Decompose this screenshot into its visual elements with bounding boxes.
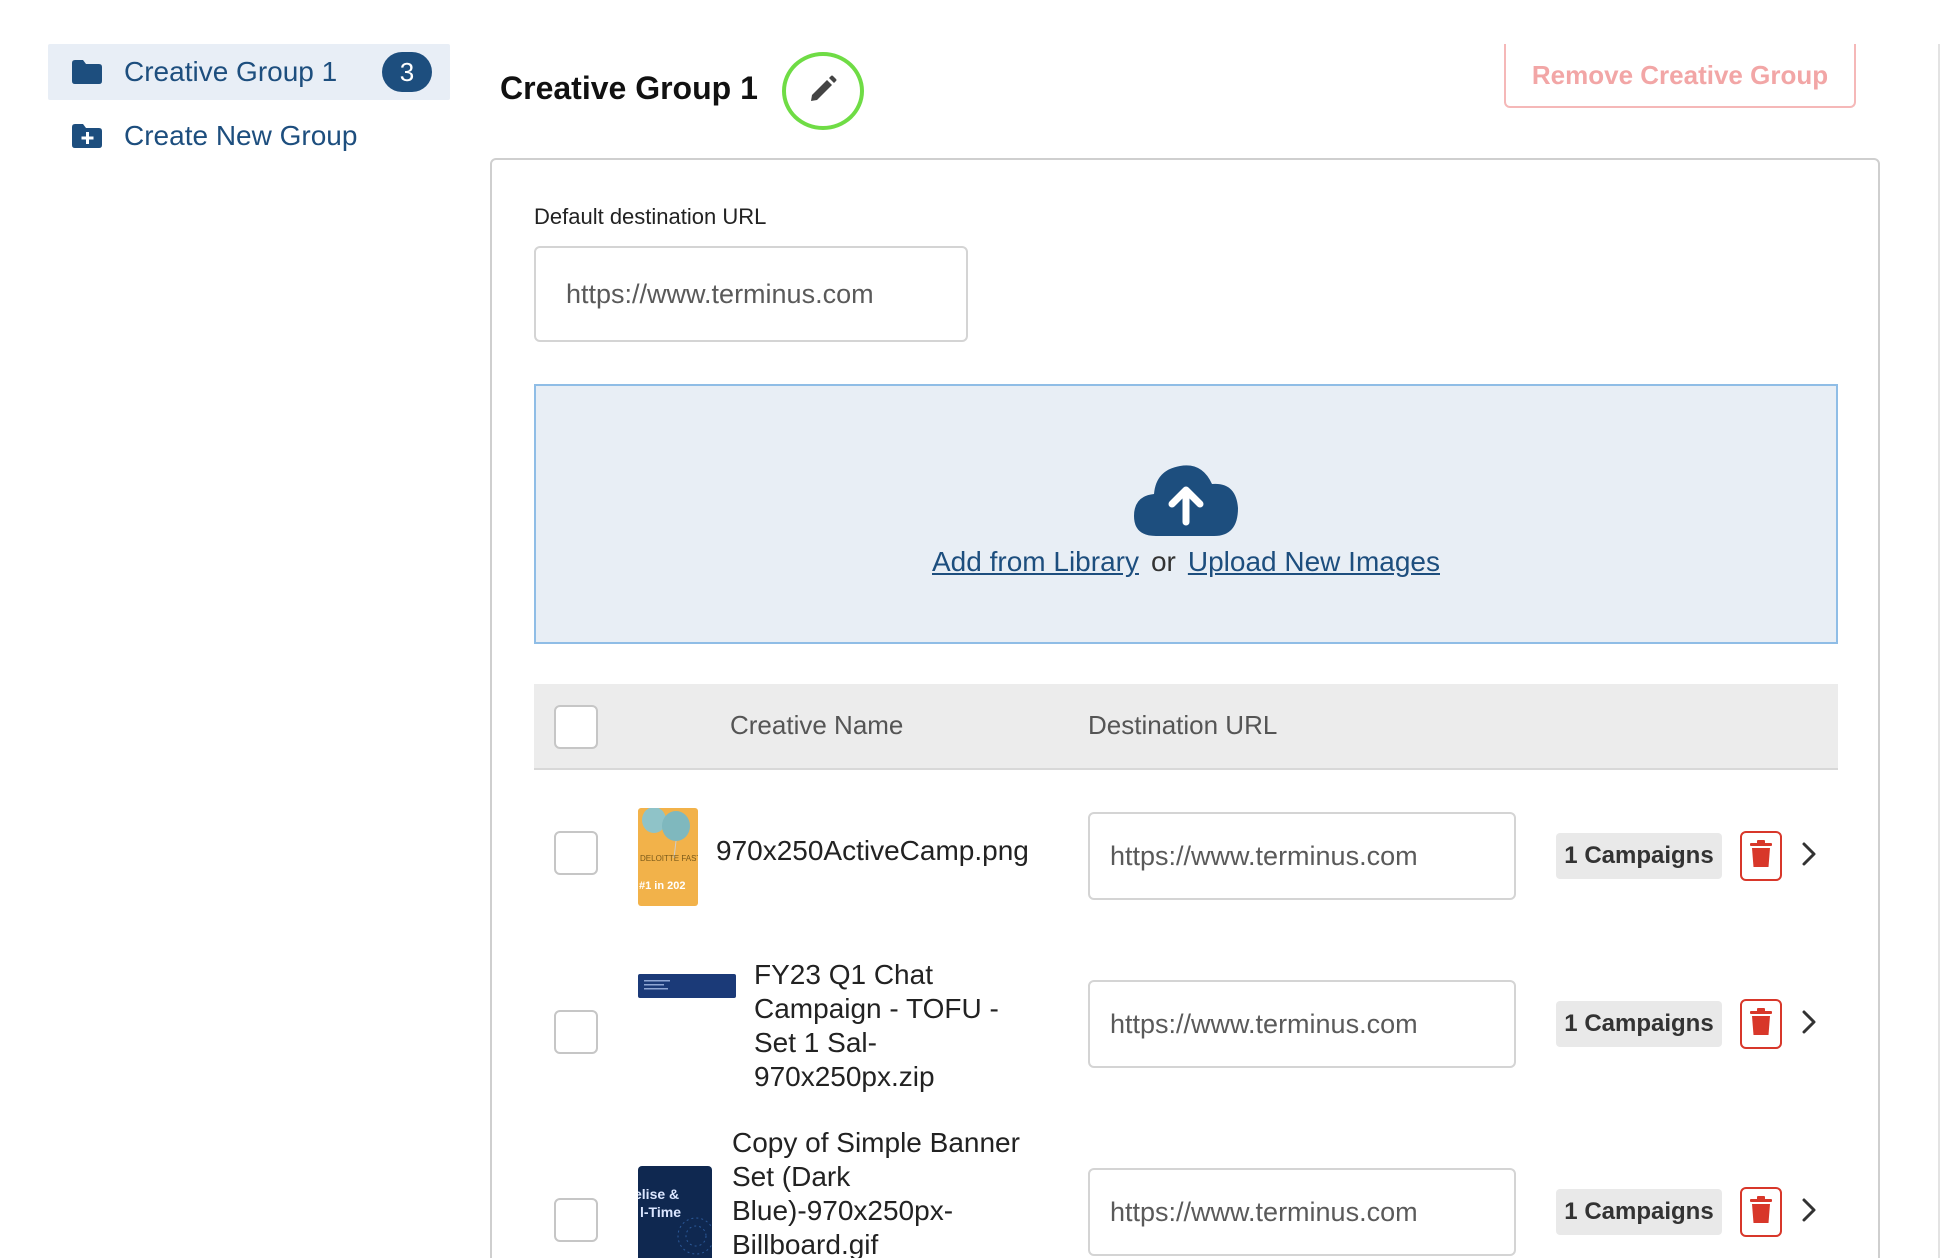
thumbnail-text: l-Time	[640, 1204, 681, 1220]
sidebar-item-create-new-group[interactable]: Create New Group	[48, 108, 450, 164]
dropzone-links: Add from Library or Upload New Images	[932, 546, 1440, 578]
chevron-right-icon	[1801, 1197, 1817, 1228]
creative-name: FY23 Q1 Chat Campaign - TOFU - Set 1 Sal…	[754, 959, 999, 1092]
table-row: FY23 Q1 Chat Campaign - TOFU - Set 1 Sal…	[534, 940, 1838, 1110]
default-url-input[interactable]	[534, 246, 968, 342]
delete-button[interactable]	[1740, 831, 1782, 881]
table-row: DELOITTE FAST #1 in 202 970x250ActiveCam…	[534, 790, 1838, 940]
creative-thumbnail	[638, 974, 736, 998]
select-all-checkbox[interactable]	[554, 705, 598, 749]
campaigns-badge[interactable]: 1 Campaigns	[1556, 1001, 1722, 1047]
sidebar: Creative Group 1 3 Create New Group	[48, 44, 450, 164]
thumbnail-text: DELOITTE FAST	[640, 854, 698, 863]
page-title: Creative Group 1	[500, 70, 758, 106]
delete-button[interactable]	[1740, 999, 1782, 1049]
sidebar-item-label: Creative Group 1	[124, 56, 338, 87]
expand-row-button[interactable]	[1796, 1197, 1822, 1227]
campaigns-badge[interactable]: 1 Campaigns	[1556, 833, 1722, 879]
column-header-destination-url: Destination URL	[1088, 710, 1278, 740]
row-checkbox[interactable]	[554, 1198, 598, 1242]
trash-icon	[1750, 839, 1772, 873]
count-badge: 3	[382, 52, 432, 92]
pencil-icon	[808, 74, 838, 109]
thumbnail-text: elise &	[638, 1186, 680, 1202]
trash-icon	[1750, 1195, 1772, 1229]
thumbnail-text: #1 in 202	[639, 880, 686, 892]
destination-url-input[interactable]	[1088, 812, 1516, 900]
creative-name: Copy of Simple Banner Set (Dark Blue)-97…	[732, 1127, 1020, 1258]
trash-icon	[1750, 1007, 1772, 1041]
edit-title-button[interactable]	[782, 52, 864, 130]
row-checkbox[interactable]	[554, 831, 598, 875]
add-from-library-link[interactable]: Add from Library	[932, 546, 1139, 578]
folder-icon	[72, 59, 102, 85]
chevron-right-icon	[1801, 1009, 1817, 1040]
creative-group-card: Default destination URL Add from Library…	[490, 158, 1880, 1258]
folder-plus-icon	[72, 123, 102, 149]
expand-row-button[interactable]	[1796, 841, 1822, 871]
destination-url-input[interactable]	[1088, 980, 1516, 1068]
creative-name: 970x250ActiveCamp.png	[716, 835, 1029, 866]
sidebar-item-label: Create New Group	[124, 120, 358, 151]
cloud-upload-icon	[1132, 458, 1240, 538]
remove-creative-group-button[interactable]: Remove Creative Group	[1504, 44, 1856, 108]
column-header-creative-name: Creative Name	[730, 710, 904, 740]
campaigns-badge[interactable]: 1 Campaigns	[1556, 1189, 1722, 1235]
table-header: Creative Name Destination URL	[534, 684, 1838, 770]
divider	[1938, 44, 1940, 1258]
default-url-label: Default destination URL	[534, 204, 767, 229]
upload-dropzone[interactable]: Add from Library or Upload New Images	[534, 384, 1838, 644]
table-row: elise & l-Time Copy of Simple Banner Set…	[534, 1126, 1838, 1258]
row-checkbox[interactable]	[554, 1010, 598, 1054]
sidebar-item-creative-group-1[interactable]: Creative Group 1 3	[48, 44, 450, 100]
creative-thumbnail: elise & l-Time	[638, 1166, 712, 1258]
destination-url-input[interactable]	[1088, 1168, 1516, 1256]
or-text: or	[1150, 546, 1176, 577]
upload-new-images-link[interactable]: Upload New Images	[1188, 546, 1440, 578]
chevron-right-icon	[1801, 841, 1817, 872]
creative-thumbnail: DELOITTE FAST #1 in 202	[638, 808, 698, 906]
delete-button[interactable]	[1740, 1187, 1782, 1237]
expand-row-button[interactable]	[1796, 1009, 1822, 1039]
